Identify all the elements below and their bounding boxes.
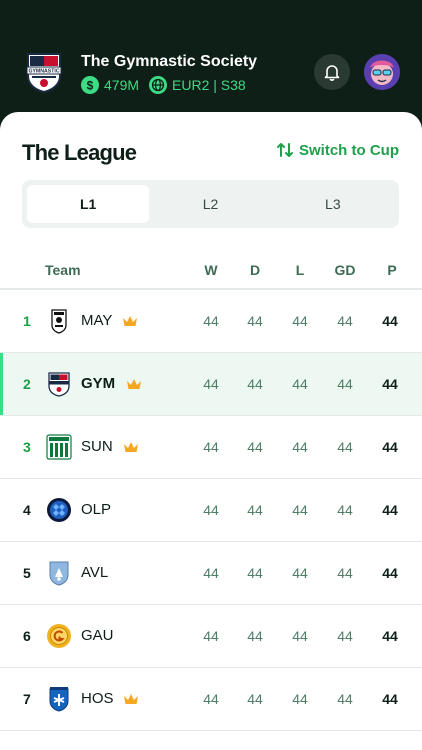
tab-l3[interactable]: L3	[272, 185, 394, 223]
wins: 44	[203, 376, 219, 392]
svg-text:GYMNASTIC: GYMNASTIC	[28, 69, 59, 75]
losses: 44	[292, 691, 308, 707]
team-logo	[46, 497, 72, 523]
position: 2	[23, 376, 31, 392]
notifications-button[interactable]	[314, 54, 350, 90]
position: 5	[23, 565, 31, 581]
wins: 44	[203, 439, 219, 455]
league-season: EUR2 | S38	[172, 77, 246, 93]
wins: 44	[203, 502, 219, 518]
club-logo[interactable]: GYMNASTIC	[22, 50, 66, 94]
page-title: The League	[22, 140, 137, 165]
crown-icon	[123, 692, 139, 711]
team-logo	[46, 371, 72, 397]
table-row[interactable]: 5 AVL 44 44 44 44 44	[0, 542, 422, 605]
standings-table: 1 MAY 44 44 44 44 44 2 GYM 44 44 44 44 4…	[0, 290, 422, 731]
table-header: Team W D L GD P	[0, 252, 422, 288]
table-row[interactable]: 7 HOS 44 44 44 44 44	[0, 668, 422, 731]
points: 44	[382, 691, 398, 707]
team-name: SUN	[81, 438, 113, 455]
wins: 44	[203, 565, 219, 581]
swap-arrows-icon	[277, 143, 293, 157]
team-logo	[46, 623, 72, 649]
draws: 44	[247, 565, 263, 581]
position: 4	[23, 502, 31, 518]
user-avatar[interactable]	[364, 54, 400, 90]
goal-diff: 44	[337, 313, 353, 329]
tab-l2[interactable]: L2	[149, 185, 271, 223]
team-name: MAY	[81, 312, 113, 329]
table-row[interactable]: 4 OLP 44 44 44 44 44	[0, 479, 422, 542]
goal-diff: 44	[337, 376, 353, 392]
goal-diff: 44	[337, 439, 353, 455]
table-row[interactable]: 6 GAU 44 44 44 44 44	[0, 605, 422, 668]
points: 44	[382, 565, 398, 581]
draws: 44	[247, 691, 263, 707]
league-tabs: L1 L2 L3	[22, 180, 399, 228]
tab-l1[interactable]: L1	[27, 185, 150, 223]
position: 1	[23, 313, 31, 329]
header-wins: W	[204, 262, 218, 278]
table-row-own-team[interactable]: 2 GYM 44 44 44 44 44	[0, 353, 422, 416]
wins: 44	[203, 313, 219, 329]
svg-text:$: $	[87, 79, 94, 93]
points: 44	[382, 439, 398, 455]
team-name: HOS	[81, 690, 114, 707]
draws: 44	[247, 313, 263, 329]
goal-diff: 44	[337, 628, 353, 644]
team-name: OLP	[81, 501, 112, 518]
losses: 44	[292, 502, 308, 518]
points: 44	[382, 628, 398, 644]
club-name: The Gymnastic Society	[81, 53, 258, 70]
goal-diff: 44	[337, 691, 353, 707]
header-draws: D	[249, 262, 261, 278]
league-card: The League Switch to Cup L1 L2 L3 Team W…	[0, 112, 422, 750]
switch-to-cup-label: Switch to Cup	[299, 141, 399, 159]
dollar-icon: $	[81, 76, 99, 94]
losses: 44	[292, 628, 308, 644]
position: 7	[23, 691, 31, 707]
points: 44	[382, 376, 398, 392]
header-points: P	[387, 262, 397, 278]
team-logo	[46, 434, 72, 460]
position: 3	[23, 439, 31, 455]
app-header: GYMNASTIC The Gymnastic Society $ 479M E…	[0, 0, 422, 125]
draws: 44	[247, 376, 263, 392]
team-name: GAU	[81, 627, 114, 644]
table-row[interactable]: 1 MAY 44 44 44 44 44	[0, 290, 422, 353]
globe-icon	[149, 76, 168, 94]
draws: 44	[247, 439, 263, 455]
wins: 44	[203, 691, 219, 707]
header-losses: L	[295, 262, 305, 278]
bell-icon	[324, 65, 340, 81]
losses: 44	[292, 439, 308, 455]
position: 6	[23, 628, 31, 644]
draws: 44	[247, 502, 263, 518]
team-logo	[46, 308, 72, 334]
switch-to-cup-button[interactable]: Switch to Cup	[276, 141, 399, 159]
header-goal-diff: GD	[334, 262, 356, 278]
club-money: 479M	[104, 77, 140, 93]
crown-icon	[126, 377, 142, 396]
goal-diff: 44	[337, 565, 353, 581]
points: 44	[382, 313, 398, 329]
losses: 44	[292, 565, 308, 581]
wins: 44	[203, 628, 219, 644]
losses: 44	[292, 376, 308, 392]
points: 44	[382, 502, 398, 518]
team-logo	[46, 686, 72, 712]
table-row[interactable]: 3 SUN 44 44 44 44 44	[0, 416, 422, 479]
header-team: Team	[45, 262, 81, 278]
crown-icon	[123, 440, 139, 459]
team-name: GYM	[81, 375, 116, 392]
draws: 44	[247, 628, 263, 644]
goal-diff: 44	[337, 502, 353, 518]
losses: 44	[292, 313, 308, 329]
club-stats: $ 479M EUR2 | S38	[81, 75, 246, 95]
crown-icon	[122, 314, 138, 333]
team-logo	[46, 560, 72, 586]
team-name: AVL	[81, 564, 109, 581]
